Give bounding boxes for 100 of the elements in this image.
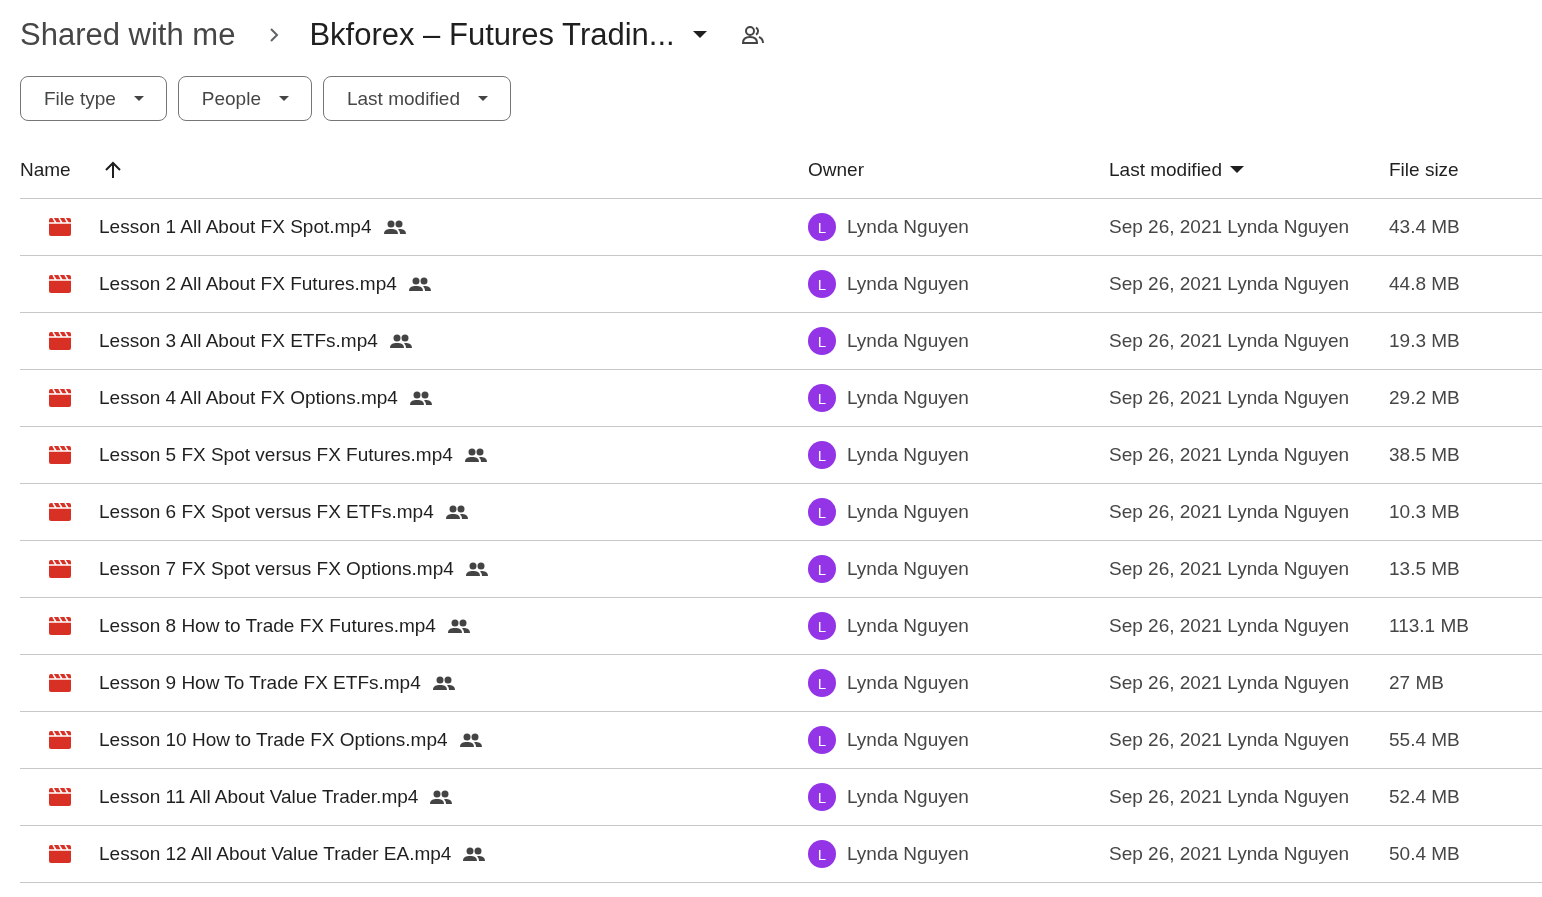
- avatar: L: [808, 612, 836, 640]
- avatar: L: [808, 270, 836, 298]
- file-name[interactable]: Lesson 12 All About Value Trader EA.mp4: [99, 843, 452, 865]
- file-size: 13.5 MB: [1389, 558, 1460, 580]
- file-name[interactable]: Lesson 4 All About FX Options.mp4: [99, 387, 398, 409]
- avatar: L: [808, 327, 836, 355]
- modified-text: Sep 26, 2021 Lynda Nguyen: [1109, 501, 1350, 523]
- filter-chip[interactable]: People: [177, 76, 312, 121]
- people-icon: [459, 733, 482, 747]
- file-size: 113.1 MB: [1389, 615, 1469, 637]
- owner-name: Lynda Nguyen: [847, 387, 969, 409]
- owner-name: Lynda Nguyen: [847, 672, 969, 694]
- people-icon: [430, 790, 453, 804]
- avatar: L: [808, 441, 836, 469]
- modified-text: Sep 26, 2021 Lynda Nguyen: [1109, 786, 1350, 808]
- file-name[interactable]: Lesson 2 All About FX Futures.mp4: [99, 273, 397, 295]
- people-icon: [383, 220, 406, 234]
- video-file-icon: [49, 674, 71, 692]
- owner-name: Lynda Nguyen: [847, 843, 969, 865]
- people-icon: [408, 277, 431, 291]
- file-size: 44.8 MB: [1389, 273, 1460, 295]
- owner-name: Lynda Nguyen: [847, 615, 969, 637]
- owner-name: Lynda Nguyen: [847, 786, 969, 808]
- owner-name: Lynda Nguyen: [847, 444, 969, 466]
- file-name[interactable]: Lesson 6 FX Spot versus FX ETFs.mp4: [99, 501, 434, 523]
- file-size: 43.4 MB: [1389, 216, 1460, 238]
- video-file-icon: [49, 389, 71, 407]
- file-size: 29.2 MB: [1389, 387, 1460, 409]
- file-name[interactable]: Lesson 1 All About FX Spot.mp4: [99, 216, 372, 238]
- people-icon: [447, 619, 470, 633]
- file-size: 27 MB: [1389, 672, 1444, 694]
- people-icon: [432, 676, 455, 690]
- video-file-icon: [49, 503, 71, 521]
- column-header[interactable]: Last modified: [1109, 158, 1222, 181]
- video-file-icon: [49, 617, 71, 635]
- modified-text: Sep 26, 2021 Lynda Nguyen: [1109, 444, 1350, 466]
- modified-text: Sep 26, 2021 Lynda Nguyen: [1109, 330, 1350, 352]
- people-icon: [409, 391, 432, 405]
- filter-chip[interactable]: File type: [20, 76, 167, 121]
- column-header[interactable]: Owner: [808, 158, 864, 181]
- file-size: 10.3 MB: [1389, 501, 1460, 523]
- avatar: L: [808, 726, 836, 754]
- people-icon: [389, 334, 412, 348]
- people-icon: [463, 847, 486, 861]
- video-file-icon: [49, 275, 71, 293]
- file-size: 50.4 MB: [1389, 843, 1460, 865]
- people-icon[interactable]: [740, 25, 765, 45]
- file-name[interactable]: Lesson 7 FX Spot versus FX Options.mp4: [99, 558, 454, 580]
- avatar: L: [808, 555, 836, 583]
- file-size: 19.3 MB: [1389, 330, 1460, 352]
- breadcrumb-link[interactable]: Shared with me: [20, 17, 236, 53]
- caret-icon: [692, 31, 707, 39]
- filter-chip[interactable]: Last modified: [323, 76, 511, 121]
- folder-title-button[interactable]: Bkforex – Futures Tradin...: [309, 17, 707, 53]
- avatar: L: [808, 669, 836, 697]
- video-file-icon: [49, 731, 71, 749]
- video-file-icon: [49, 446, 71, 464]
- people-icon: [464, 448, 487, 462]
- video-file-icon: [49, 845, 71, 863]
- owner-name: Lynda Nguyen: [847, 273, 969, 295]
- modified-text: Sep 26, 2021 Lynda Nguyen: [1109, 729, 1350, 751]
- people-icon: [465, 562, 488, 576]
- modified-text: Sep 26, 2021 Lynda Nguyen: [1109, 387, 1350, 409]
- column-header[interactable]: File size: [1389, 158, 1459, 181]
- file-name[interactable]: Lesson 8 How to Trade FX Futures.mp4: [99, 615, 436, 637]
- file-name[interactable]: Lesson 3 All About FX ETFs.mp4: [99, 330, 378, 352]
- avatar: L: [808, 498, 836, 526]
- column-header[interactable]: Name: [20, 158, 71, 181]
- video-file-icon: [49, 332, 71, 350]
- modified-text: Sep 26, 2021 Lynda Nguyen: [1109, 843, 1350, 865]
- modified-text: Sep 26, 2021 Lynda Nguyen: [1109, 615, 1350, 637]
- video-file-icon: [49, 560, 71, 578]
- avatar: L: [808, 840, 836, 868]
- file-name[interactable]: Lesson 5 FX Spot versus FX Futures.mp4: [99, 444, 453, 466]
- modified-text: Sep 26, 2021 Lynda Nguyen: [1109, 216, 1350, 238]
- owner-name: Lynda Nguyen: [847, 558, 969, 580]
- file-size: 38.5 MB: [1389, 444, 1460, 466]
- owner-name: Lynda Nguyen: [847, 216, 969, 238]
- video-file-icon: [49, 218, 71, 236]
- caret-icon: [133, 96, 144, 101]
- modified-text: Sep 26, 2021 Lynda Nguyen: [1109, 558, 1350, 580]
- owner-name: Lynda Nguyen: [847, 729, 969, 751]
- modified-text: Sep 26, 2021 Lynda Nguyen: [1109, 672, 1350, 694]
- arrow-up-icon[interactable]: [104, 160, 121, 179]
- caret-icon: [478, 96, 488, 101]
- owner-name: Lynda Nguyen: [847, 501, 969, 523]
- file-size: 52.4 MB: [1389, 786, 1460, 808]
- chevron-right-icon: [269, 27, 280, 43]
- file-name[interactable]: Lesson 11 All About Value Trader.mp4: [99, 786, 419, 808]
- caret-icon: [1230, 165, 1244, 174]
- file-name[interactable]: Lesson 10 How to Trade FX Options.mp4: [99, 729, 448, 751]
- owner-name: Lynda Nguyen: [847, 330, 969, 352]
- file-size: 55.4 MB: [1389, 729, 1460, 751]
- video-file-icon: [49, 788, 71, 806]
- modified-text: Sep 26, 2021 Lynda Nguyen: [1109, 273, 1350, 295]
- avatar: L: [808, 213, 836, 241]
- caret-icon: [279, 96, 289, 101]
- avatar: L: [808, 384, 836, 412]
- avatar: L: [808, 783, 836, 811]
- file-name[interactable]: Lesson 9 How To Trade FX ETFs.mp4: [99, 672, 421, 694]
